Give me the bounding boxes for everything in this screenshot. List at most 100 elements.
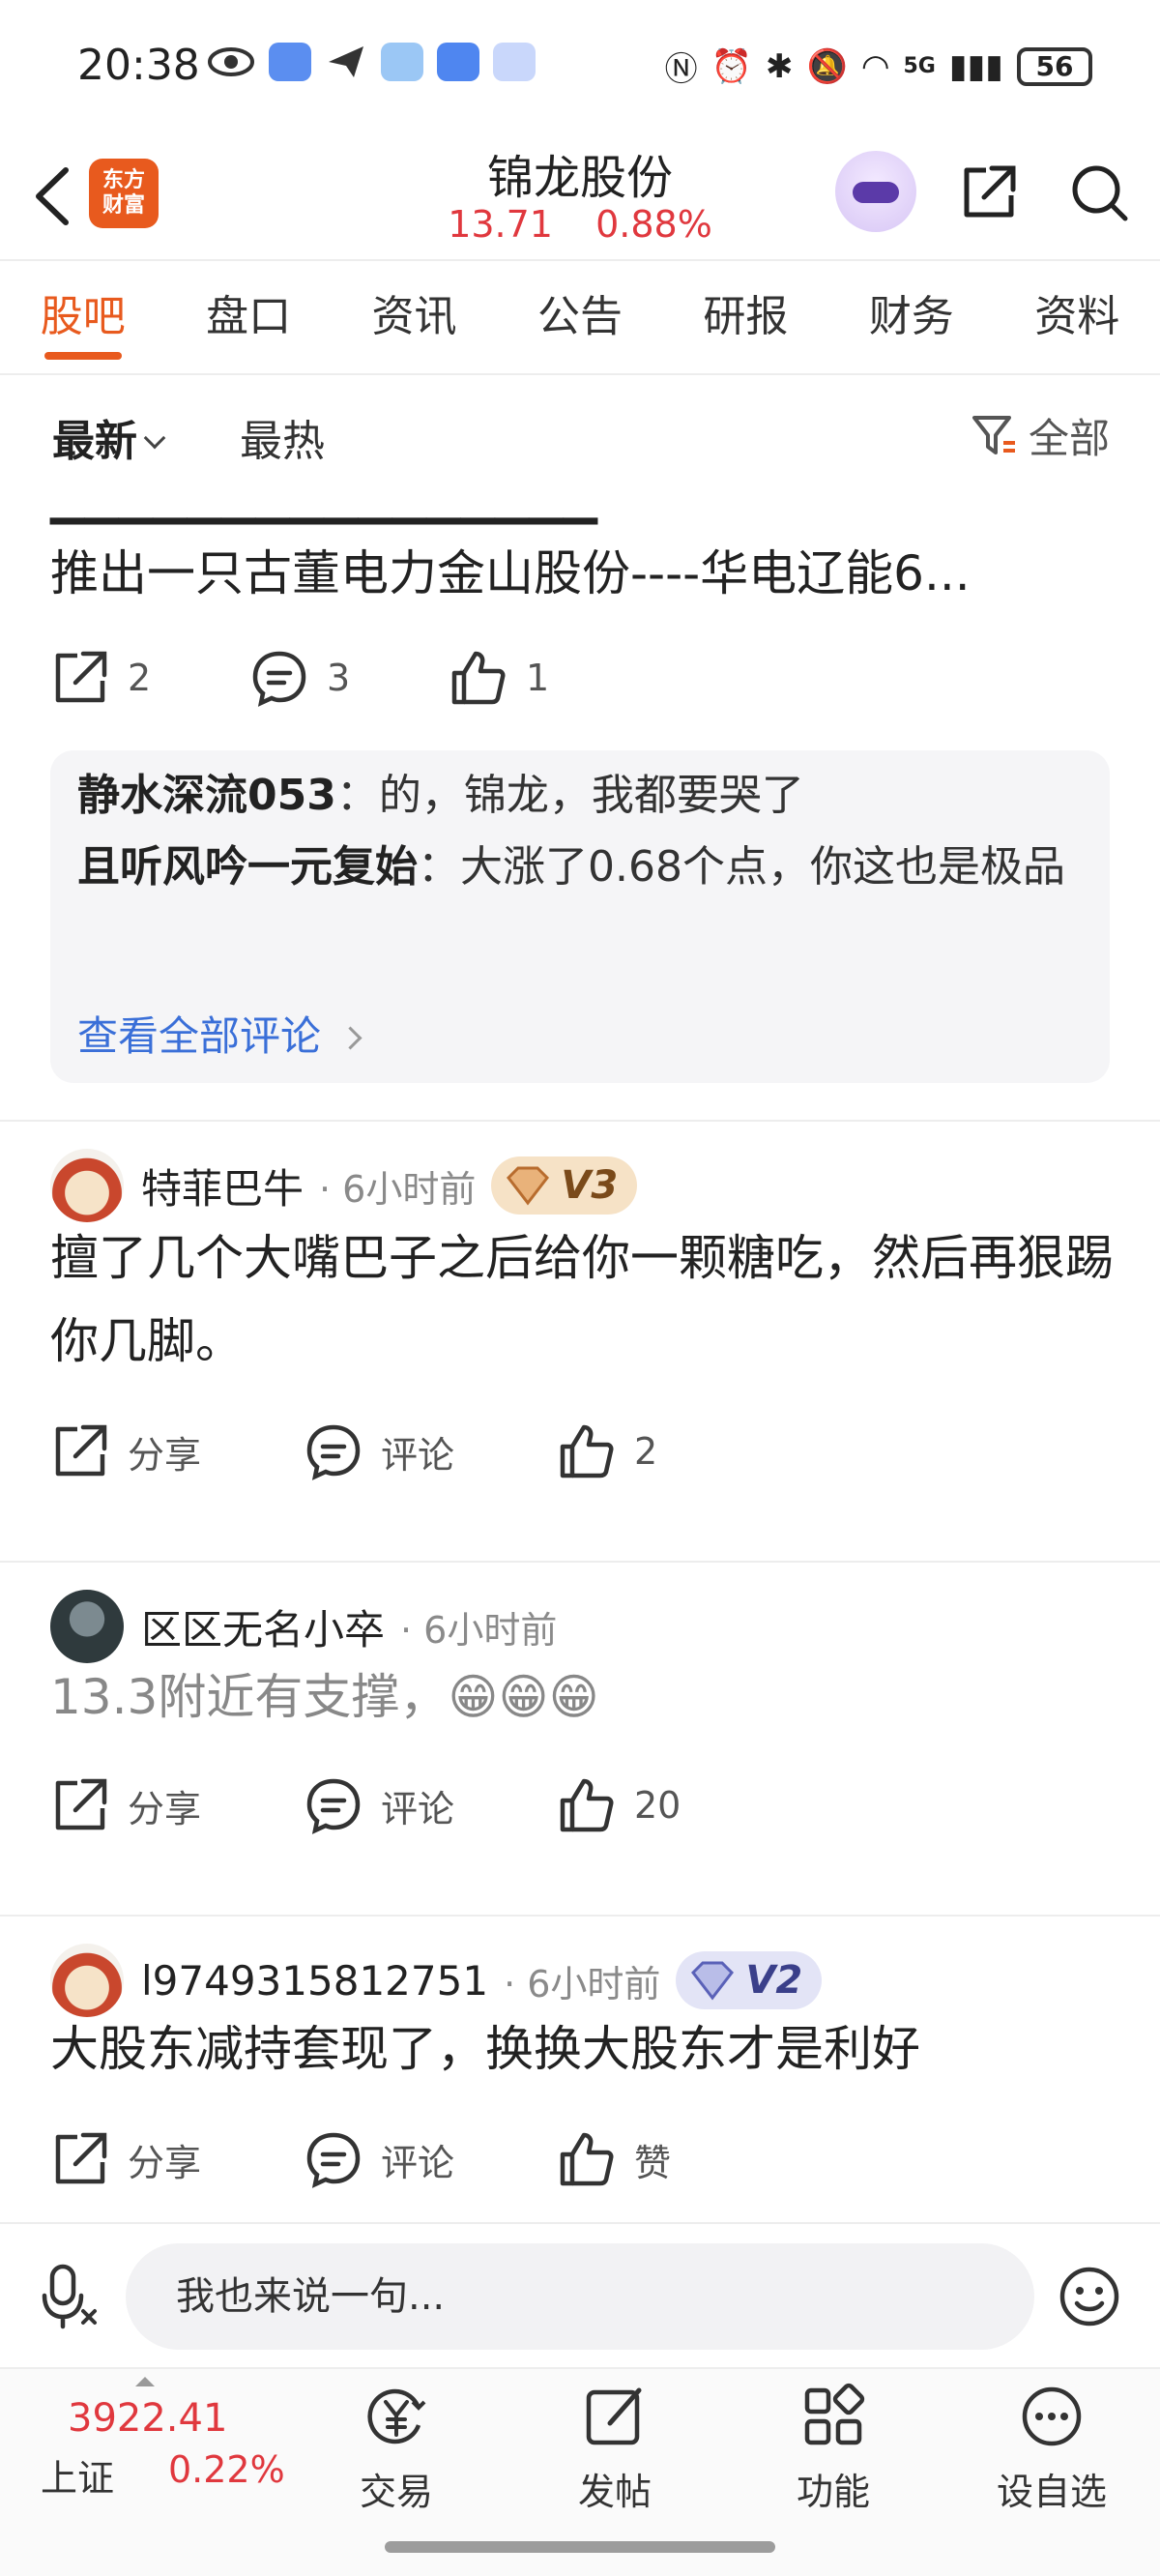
chevron-down-icon [143,426,166,450]
comment-preview[interactable]: 静水深流053：的，锦龙，我都要哭了 且听风吟一元复始：大涨了0.68个点，你这… [50,750,1110,1083]
share-icon [55,2132,107,2184]
post-feed[interactable]: ▁▁▁▁▁▁▁▁▁▁▁▁▁▁▁▁ 推出一只古董电力金山股份----华电辽能6..… [0,497,1160,2222]
share-label: 分享 [128,2141,202,2184]
comment-user[interactable]: 静水深流053 [77,771,336,820]
comment-button[interactable]: 3 [249,648,449,708]
ai-assistant-icon[interactable] [835,151,916,232]
sort-latest-dropdown[interactable]: 最新 [52,406,166,468]
view-all-comments-link[interactable]: 查看全部评论 [77,1004,359,1063]
voice-input-icon[interactable] [39,2263,101,2330]
comment-button[interactable]: 评论 [304,1775,557,1835]
filter-all-button[interactable]: 全部 [971,406,1110,465]
comment-preview-item: 且听风吟一元复始：大涨了0.68个点，你这也是极品 [77,832,1083,903]
comment-icon [306,1424,361,1480]
like-button[interactable]: 2 [557,1421,657,1481]
share-button[interactable]: 分享 [50,2129,304,2189]
post-actions: 2 3 1 [50,644,549,712]
tab-news[interactable]: 资讯 [332,261,497,373]
post-divider [0,1915,1160,1917]
post-time: · 6小时前 [504,1962,661,2005]
like-button[interactable]: 20 [557,1775,681,1835]
post-time: · 6小时前 [400,1608,558,1652]
signal-icon: ▮▮▮ [948,46,1003,86]
post-text[interactable]: 13.3附近有支撑，😁😁😁 [50,1655,1114,1739]
share-icon [55,1778,107,1830]
notification-icons [207,43,536,81]
nav-post[interactable]: 发帖 [547,2383,682,2518]
comment-text: ：的，锦龙，我都要哭了 [335,771,804,820]
emoji-icon[interactable] [1058,2265,1121,2328]
comment-label: 评论 [381,2141,455,2184]
send-icon [329,46,363,77]
like-button[interactable]: 赞 [557,2129,671,2189]
tab-research[interactable]: 研报 [663,261,828,373]
tab-announcements[interactable]: 公告 [497,261,662,373]
search-icon[interactable] [1067,161,1131,224]
post-time: · 6小时前 [319,1167,477,1211]
status-time: 20:38 [77,41,200,90]
post-author-row: 特菲巴牛 · 6小时前 V3 [50,1147,638,1224]
tab-finance[interactable]: 财务 [828,261,994,373]
sort-filter-bar: 最新 最热 全部 [0,375,1160,497]
thumbs-up-icon [451,651,506,705]
status-bar: 20:38 Ⓝ ⏰ ✱ 🔕 ◠ 5G ▮▮▮ 56 [0,0,1160,135]
weather-app-icon [381,43,423,81]
comment-button[interactable]: 评论 [304,1421,557,1481]
share-button[interactable]: 2 [50,648,249,708]
avatar[interactable] [50,1590,124,1663]
caret-up-icon [135,2377,155,2386]
comment-user[interactable]: 且听风吟一元复始 [77,842,418,892]
sort-hot-button[interactable]: 最热 [240,406,325,468]
post-text[interactable]: 大股东减持套现了，换换大股东才是利好 [50,2007,1114,2091]
comment-button[interactable]: 评论 [304,2129,557,2189]
grid-icon [804,2383,865,2445]
share-icon[interactable] [957,161,1021,224]
comment-label: 评论 [381,1787,455,1830]
tab-guba[interactable]: 股吧 [0,261,165,373]
share-icon [55,651,107,703]
nav-watchlist[interactable]: 设自选 [984,2383,1119,2518]
share-button[interactable]: 分享 [50,1775,304,1835]
post-actions: 分享 评论 赞 [50,2125,671,2193]
comment-input[interactable]: 我也来说一句... [126,2243,1034,2350]
like-count: 2 [634,1430,658,1473]
home-indicator[interactable] [385,2541,775,2553]
nav-trade[interactable]: 交易 [329,2383,464,2518]
comment-count: 3 [327,657,351,699]
like-count: 20 [634,1784,682,1827]
index-name: 上证 [41,2457,115,2500]
nfc-icon: Ⓝ [664,50,698,89]
wifi-icon: ◠ [860,46,890,86]
mail-app-icon [269,43,311,81]
stock-price: 13.71 [448,203,553,246]
author-name[interactable]: 特菲巴牛 [141,1156,304,1215]
nav-trade-label: 交易 [359,2471,433,2513]
message-app-icon [437,43,479,81]
author-name[interactable]: 区区无名小卒 [141,1597,385,1656]
network-label: 5G [903,54,936,78]
eye-icon [208,47,254,76]
thumbs-up-icon [560,1424,614,1478]
sort-latest-label: 最新 [52,417,137,466]
like-count: 1 [526,657,550,699]
post-actions: 分享 评论 20 [50,1771,681,1839]
share-label: 分享 [128,1787,202,1830]
alarm-icon: ⏰ [710,46,752,86]
like-label: 赞 [634,2141,672,2184]
like-button[interactable]: 1 [449,648,549,708]
tab-pankou[interactable]: 盘口 [165,261,331,373]
comment-label: 评论 [381,1433,455,1477]
comment-icon [306,2132,361,2188]
diamond-icon [507,1166,550,1206]
avatar[interactable] [50,1149,124,1222]
share-button[interactable]: 分享 [50,1421,304,1481]
compose-icon [586,2387,642,2445]
post-text[interactable]: 擅了几个大嘴巴子之后给你一颗糖吃，然后再狠踢你几脚。 [50,1216,1114,1383]
badge-label: V3 [561,1163,619,1208]
avatar[interactable] [50,1944,124,2017]
tab-profile[interactable]: 资料 [995,261,1160,373]
author-name[interactable]: l9749315812751 [141,1957,488,2005]
battery-icon: 56 [1017,46,1092,86]
nav-functions[interactable]: 功能 [766,2383,901,2518]
post-text[interactable]: 推出一只古董电力金山股份----华电辽能6... [50,532,1114,615]
